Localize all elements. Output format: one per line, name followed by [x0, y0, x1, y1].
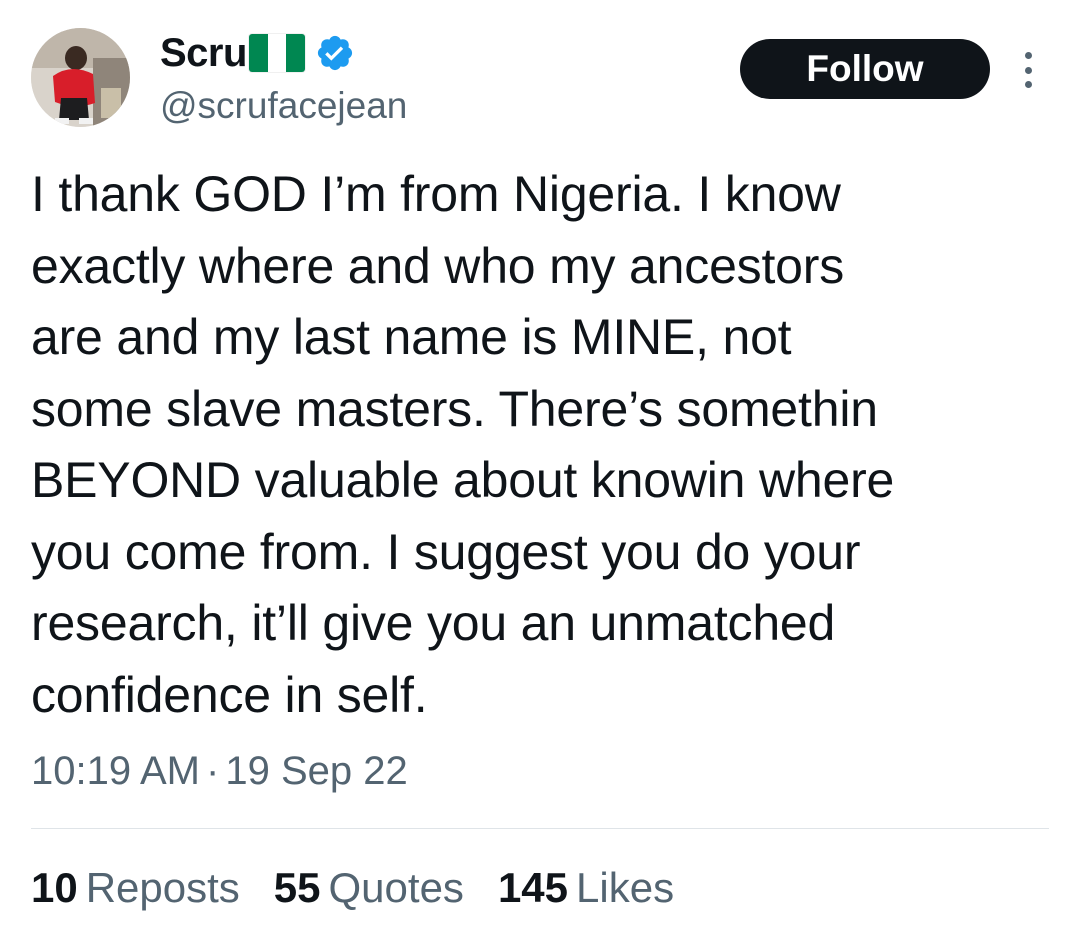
tweet-text-line: research, it’ll give you an unmatched: [31, 595, 836, 651]
user-handle[interactable]: @scrufacejean: [160, 84, 407, 128]
tweet-date: 19 Sep 22: [225, 749, 408, 793]
tweet-text-line: exactly where and who my ancestors: [31, 237, 845, 294]
more-dot: [1024, 81, 1032, 88]
user-name-row[interactable]: Scru: [160, 30, 355, 76]
timestamp-separator: ·: [206, 749, 220, 793]
tweet-time: 10:19 AM: [31, 749, 201, 793]
quotes-count: 55: [273, 864, 321, 911]
reposts-label: Reposts: [85, 864, 240, 911]
display-name[interactable]: Scru: [160, 30, 247, 76]
likes-stat[interactable]: 145 Likes: [498, 862, 674, 914]
more-dot: [1024, 52, 1032, 59]
tweet-timestamp[interactable]: 10:19 AM · 19 Sep 22: [31, 745, 408, 797]
divider: [31, 828, 1049, 829]
avatar[interactable]: [31, 28, 130, 127]
more-vertical-icon[interactable]: [1013, 50, 1043, 90]
more-dot: [1024, 66, 1032, 74]
reposts-stat[interactable]: 10 Reposts: [31, 862, 240, 914]
verified-badge-icon[interactable]: [315, 33, 355, 73]
tweet-text-line: are and my last name is MINE, not: [31, 309, 792, 365]
tweet-text-line: I thank GOD I’m from Nigeria. I know: [31, 166, 841, 222]
avatar-image: [31, 28, 130, 127]
quotes-stat[interactable]: 55 Quotes: [274, 862, 464, 914]
quotes-label: Quotes: [328, 864, 464, 911]
tweet-stats: 10 Reposts 55 Quotes 145 Likes: [31, 862, 708, 914]
reposts-count: 10: [31, 864, 78, 911]
tweet-text-line: some slave masters. There’s somethin: [31, 380, 878, 437]
tweet-text-line: confidence in self.: [31, 666, 428, 723]
nigeria-flag-icon: [248, 34, 305, 72]
follow-button[interactable]: Follow: [740, 39, 990, 99]
tweet-text: I thank GOD I’m from Nigeria. I know exa…: [31, 159, 1031, 731]
likes-label: Likes: [576, 864, 675, 911]
likes-count: 145: [497, 864, 569, 911]
tweet-text-line: you come from. I suggest you do your: [31, 523, 861, 580]
tweet-text-line: BEYOND valuable about knowin where: [31, 452, 895, 508]
